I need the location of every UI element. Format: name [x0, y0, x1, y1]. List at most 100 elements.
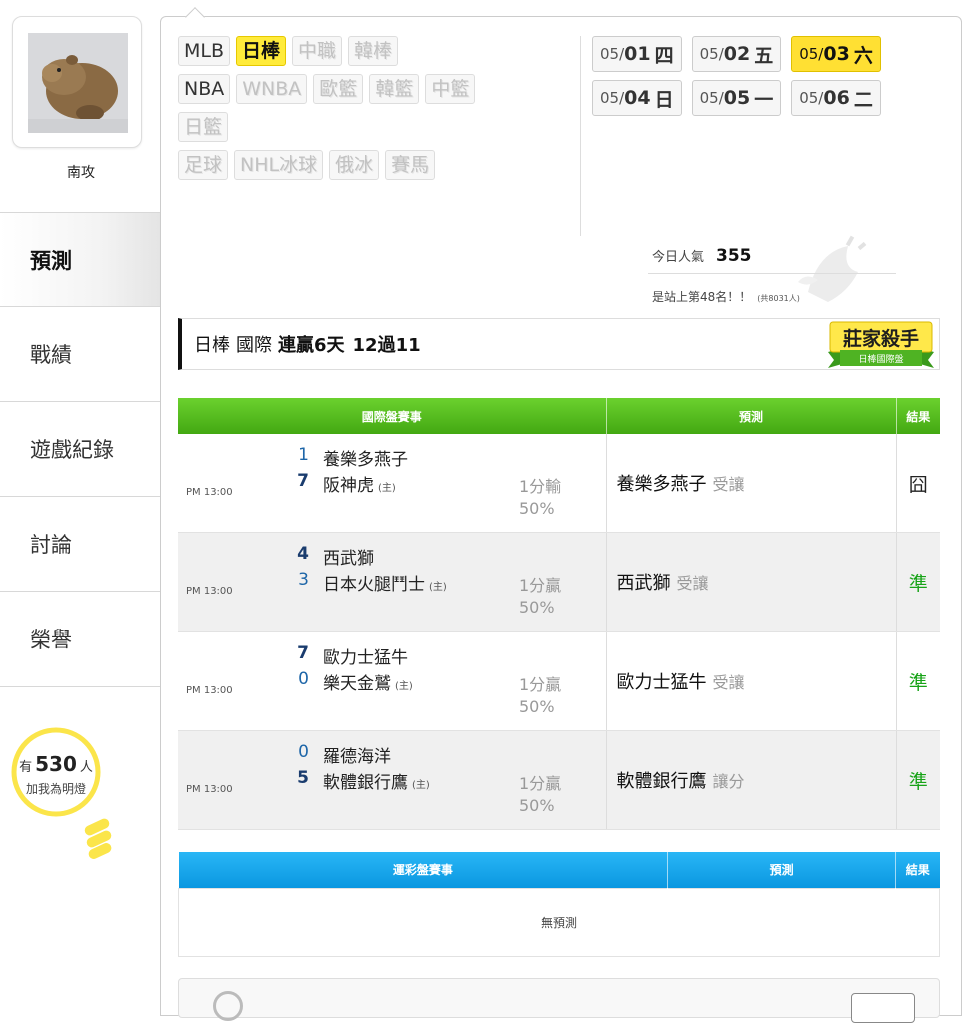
away-score: 1 — [298, 445, 309, 465]
home-score: 7 — [297, 471, 309, 491]
date-weekday: 五 — [754, 44, 774, 67]
record-type: 國際 — [236, 335, 272, 356]
league-tag-nhl[interactable]: NHL冰球 — [234, 150, 324, 180]
league-tag-japan-basketball[interactable]: 日籃 — [178, 112, 229, 142]
odds-percent: 50% — [519, 499, 555, 518]
league-tag-soccer[interactable]: 足球 — [178, 150, 229, 180]
sidebar-item-discussion[interactable]: 討論 — [0, 497, 162, 592]
league-tag-kbo[interactable]: 韓棒 — [348, 36, 399, 66]
prediction-cell: 歐力士猛牛 受讓 — [605, 631, 897, 731]
match-time: PM 13:00 — [178, 631, 268, 731]
sidebar: 南攻 預測 戰績 遊戲紀錄 討論 榮譽 有 530 人 加我為明燈 — [0, 0, 162, 1000]
sidebar-item-honor[interactable]: 榮譽 — [0, 592, 162, 687]
record-streak: 連贏6天 — [278, 335, 345, 356]
table-row: PM 13:00 1 養樂多燕子 7 阪神虎 (主) 1分輸 50% 養樂多燕子受… — [178, 434, 940, 533]
match-cell: 7 歐力士猛牛 0 樂天金鷲 (主) 1分贏 50% — [268, 631, 606, 731]
odds: 1分贏 — [519, 576, 562, 595]
badge-title: 莊家殺手 — [843, 327, 919, 350]
intl-prediction-table: 國際盤賽事 預測 結果 PM 13:00 1 養樂多燕子 7 阪神虎 (主) 1分… — [178, 398, 940, 830]
sidebar-item-record[interactable]: 戰績 — [0, 307, 162, 402]
away-score: 7 — [297, 643, 309, 663]
prediction-cell: 軟體銀行鷹 讓分 — [605, 730, 897, 830]
date-button-0505[interactable]: 05/05 一 — [691, 80, 782, 116]
pick-type: 受讓 — [712, 673, 745, 692]
host-mark: (主) — [412, 780, 430, 791]
league-tag-korea-basketball[interactable]: 韓籃 — [369, 74, 420, 104]
circle-icon — [213, 991, 243, 1021]
lottery-prediction-table: 運彩盤賽事 預測 結果 無預測 — [178, 852, 940, 957]
odds: 1分輸 — [519, 477, 562, 496]
league-tag-euro-basketball[interactable]: 歐籃 — [313, 74, 364, 104]
lamp-count: 530 — [35, 752, 77, 776]
col-result: 結果 — [895, 852, 940, 888]
league-tag-mlb[interactable]: MLB — [178, 36, 231, 66]
avatar-frame[interactable] — [12, 16, 142, 148]
badge-subtitle: 日棒國際盤 — [858, 353, 903, 365]
odds-percent: 50% — [519, 697, 555, 716]
lamp-follow-button[interactable]: 有 530 人 加我為明燈 — [8, 726, 118, 866]
table-row: PM 13:00 4 西武獅 3 日本火腿鬥士 (主) 1分贏 50% 西武獅 受讓… — [178, 532, 940, 632]
away-team: 養樂多燕子 — [323, 450, 408, 470]
match-time: PM 13:00 — [178, 532, 268, 632]
date-button-0503[interactable]: 05/03 六 — [791, 36, 881, 72]
match-cell: 1 養樂多燕子 7 阪神虎 (主) 1分輸 50% — [268, 434, 606, 533]
result-badge: 準 — [896, 730, 940, 830]
rank-text: 是站上第48名！！ — [652, 290, 752, 304]
avatar[interactable] — [28, 33, 128, 133]
lamp-count-line: 有 530 人 — [8, 752, 104, 776]
stats-divider — [648, 273, 896, 274]
league-tag-npb[interactable]: 日棒 — [236, 36, 287, 66]
record-league: 日棒 — [194, 335, 230, 356]
pick-type: 受讓 — [712, 475, 745, 494]
lamp-prefix: 有 — [19, 760, 33, 775]
date-button-0501[interactable]: 05/01 四 — [592, 36, 682, 72]
bottom-button[interactable] — [851, 993, 915, 1023]
sidebar-nav: 預測 戰績 遊戲紀錄 討論 榮譽 — [0, 212, 162, 687]
league-tag-china-basketball[interactable]: 中籃 — [425, 74, 476, 104]
odds-percent: 50% — [519, 598, 555, 617]
date-weekday: 二 — [853, 88, 873, 111]
bottom-panel — [178, 978, 940, 1023]
lamp-caption: 加我為明燈 — [25, 782, 86, 796]
league-tag-cpbl[interactable]: 中職 — [292, 36, 343, 66]
sidebar-item-game-history[interactable]: 遊戲紀錄 — [0, 402, 162, 497]
league-tag-nba[interactable]: NBA — [178, 74, 231, 104]
league-selector: MLB 日棒 中職 韓棒 NBA WNBA 歐籃 韓籃 中籃 日籃 足球 NHL… — [178, 36, 578, 188]
home-team: 樂天金鷲 — [323, 674, 391, 694]
empty-message: 無預測 — [178, 887, 940, 957]
home-score: 0 — [298, 669, 309, 689]
rank-total: (共8031人) — [757, 294, 800, 303]
away-team: 西武獅 — [323, 549, 374, 569]
date-weekday: 日 — [654, 88, 674, 111]
table-row: PM 13:00 7 歐力士猛牛 0 樂天金鷲 (主) 1分贏 50% 歐力士猛牛… — [178, 631, 940, 731]
pick-team: 西武獅 — [616, 573, 671, 594]
date-day: 01 — [624, 43, 651, 65]
host-mark: (主) — [378, 483, 396, 494]
date-day: 02 — [723, 43, 751, 65]
date-day: 05 — [723, 87, 751, 109]
date-day: 06 — [823, 87, 850, 109]
date-button-0506[interactable]: 05/06 二 — [791, 80, 881, 116]
date-day: 04 — [624, 87, 651, 109]
odds: 1分贏 — [519, 774, 562, 793]
league-tag-khl[interactable]: 俄冰 — [329, 150, 380, 180]
host-mark: (主) — [395, 681, 413, 692]
date-month: 05/ — [600, 89, 625, 107]
col-prediction: 預測 — [667, 852, 897, 888]
prediction-cell: 養樂多燕子 受讓 — [605, 434, 897, 533]
watermark-emblem-icon — [798, 235, 867, 302]
col-intl-matches: 國際盤賽事 — [178, 398, 607, 434]
odds-percent: 50% — [519, 796, 555, 815]
date-month: 05/ — [699, 89, 724, 107]
match-time: PM 13:00 — [178, 434, 268, 533]
date-button-0504[interactable]: 05/04 日 — [592, 80, 682, 116]
sidebar-item-predict[interactable]: 預測 — [0, 212, 162, 307]
home-team: 日本火腿鬥士 — [323, 575, 425, 595]
pick-team: 軟體銀行鷹 — [616, 771, 707, 792]
result-badge: 準 — [896, 532, 940, 632]
date-month: 05/ — [600, 45, 625, 63]
league-tag-wnba[interactable]: WNBA — [236, 74, 308, 104]
league-tag-horse-racing[interactable]: 賽馬 — [385, 150, 436, 180]
home-team-line: 阪神虎 (主) — [323, 471, 396, 496]
date-button-0502[interactable]: 05/02 五 — [691, 36, 782, 72]
